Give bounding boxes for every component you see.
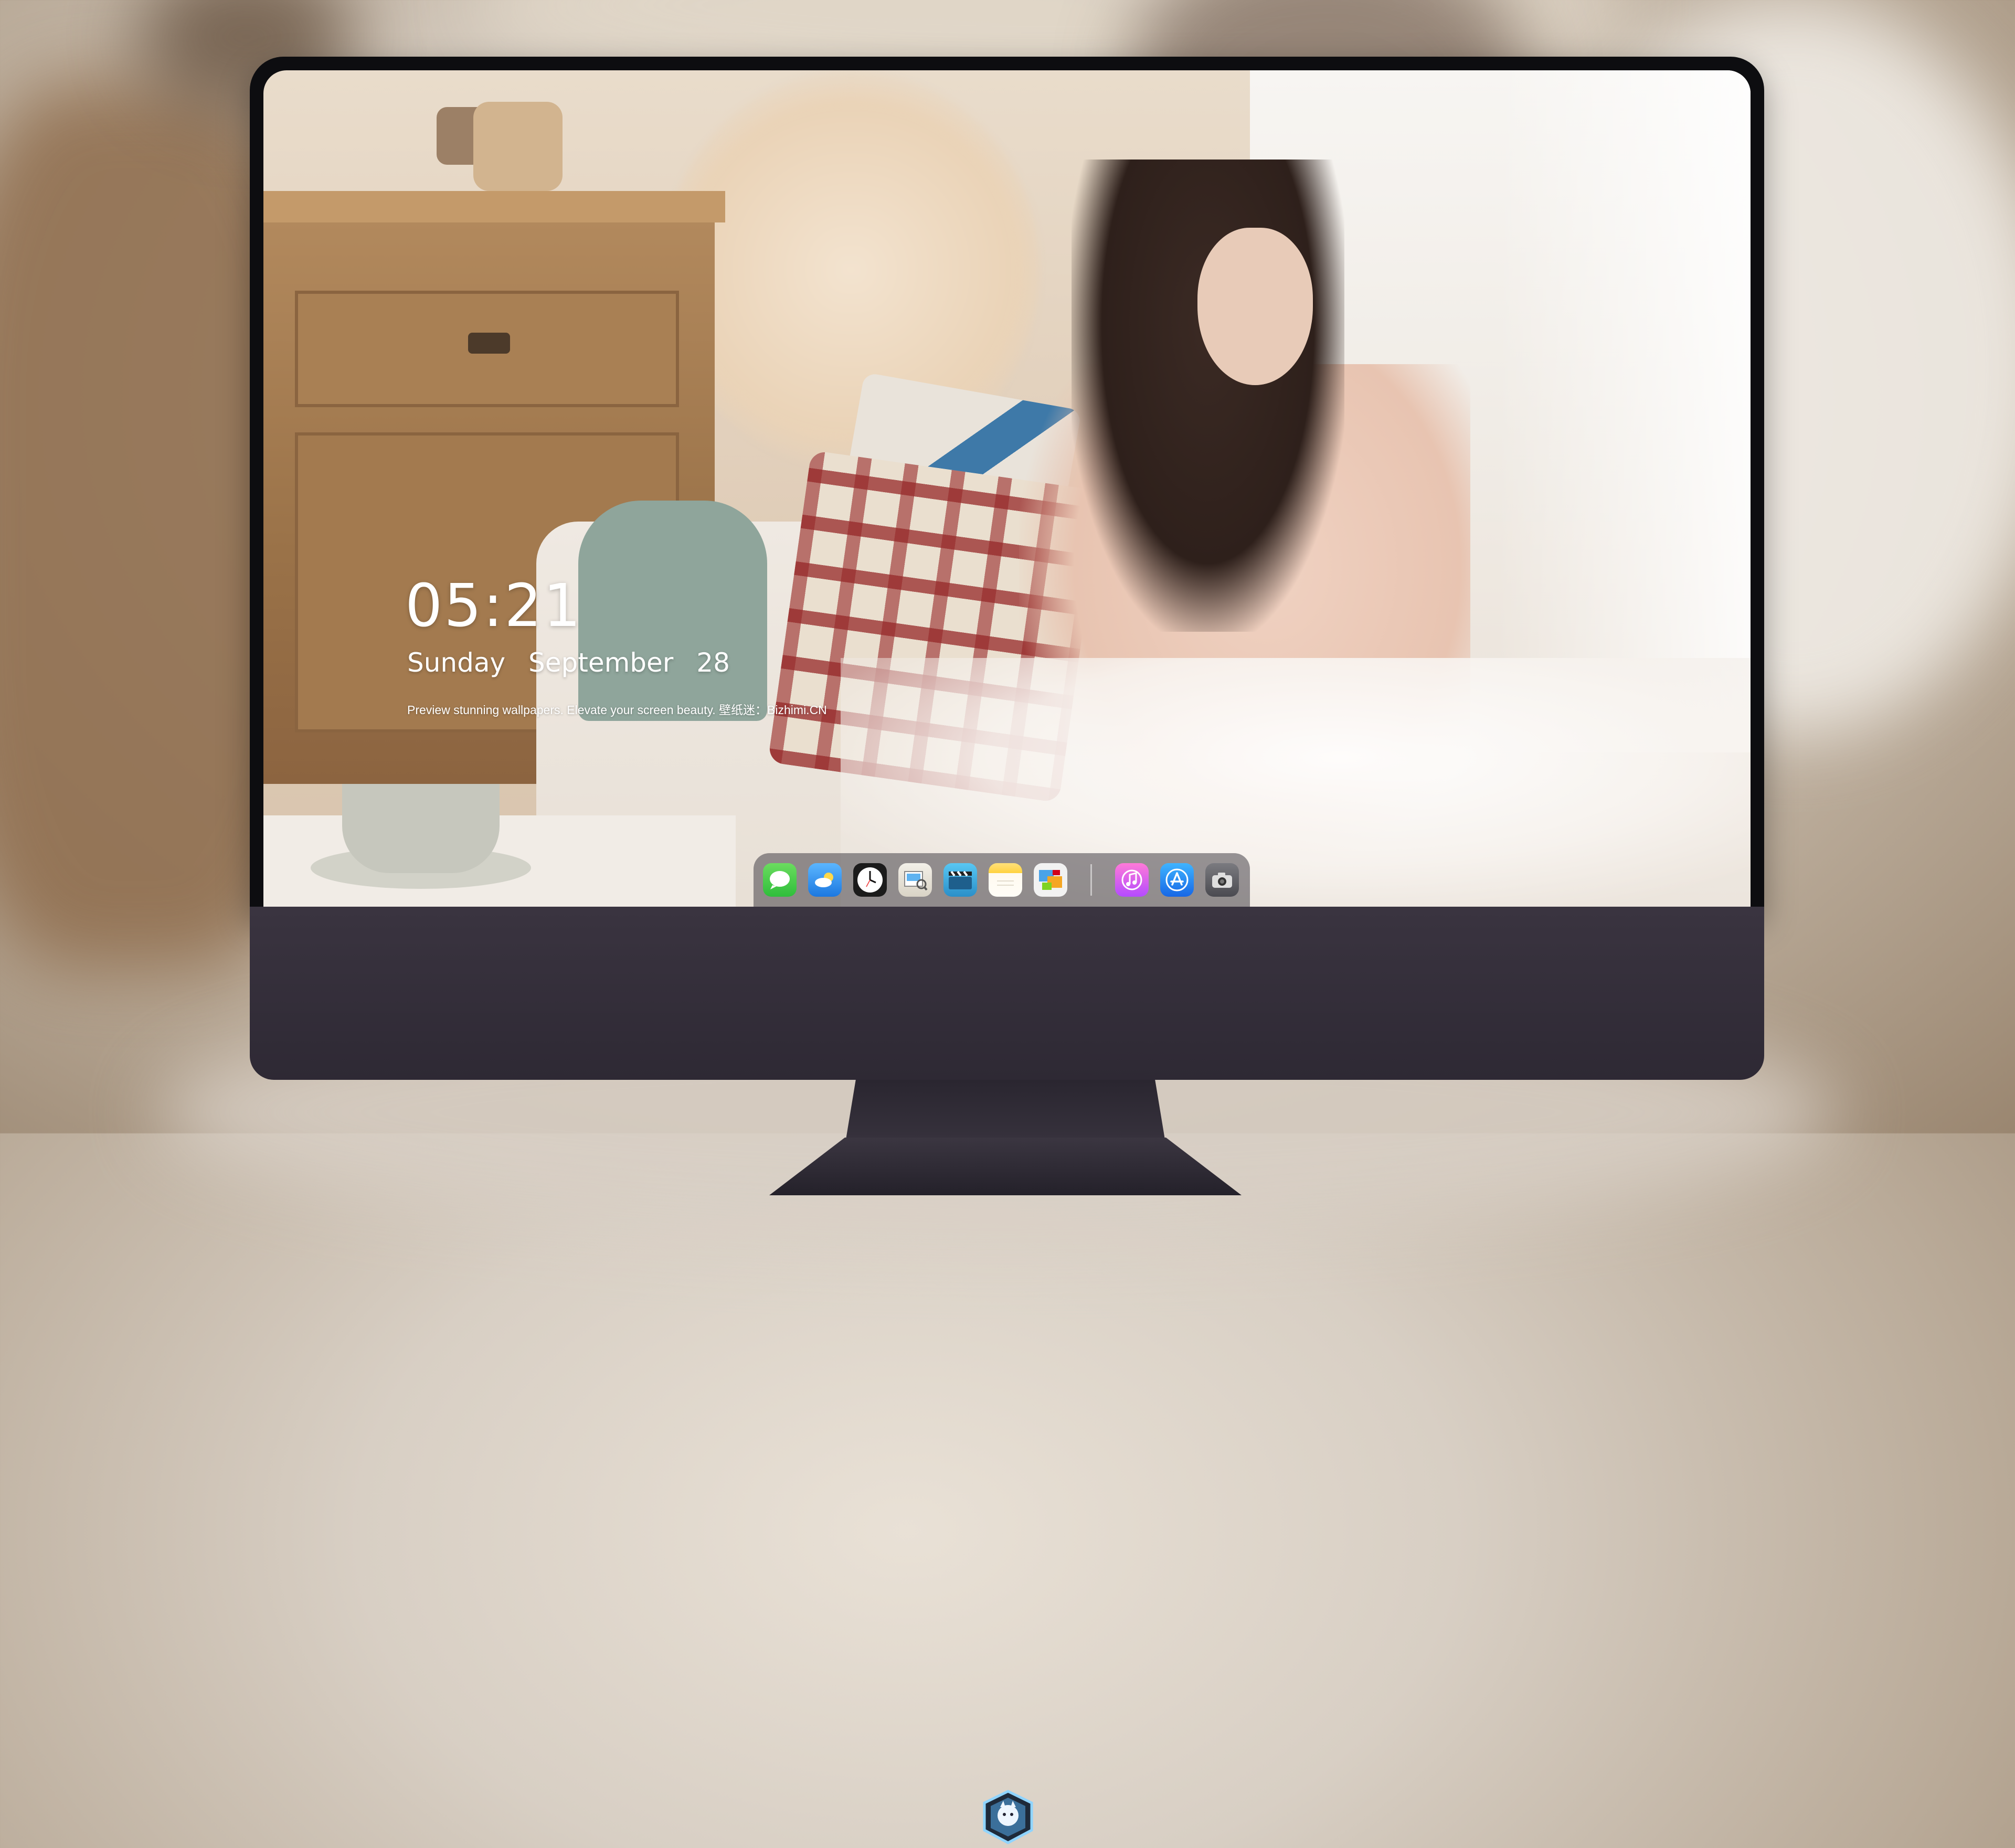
- weather-icon[interactable]: [808, 863, 842, 897]
- monitor-bezel: 05:21 Sunday September 28 Preview stunni…: [250, 57, 1764, 914]
- wallpaper-person-hair: [1072, 160, 1344, 632]
- lockscreen-day: 28: [696, 647, 730, 678]
- lockscreen-date: Sunday September 28: [407, 647, 730, 678]
- wallpaper-drawer-handle: [468, 333, 510, 354]
- monitor-stand-base: [769, 1138, 1242, 1195]
- wallpaper-curtain: [1497, 70, 1751, 752]
- lockscreen-month: September: [528, 647, 674, 678]
- clock-icon[interactable]: [853, 863, 887, 897]
- music-icon[interactable]: [1115, 863, 1149, 897]
- preview-icon[interactable]: [898, 863, 932, 897]
- dock-separator: [1090, 864, 1092, 896]
- brand-logo-icon: [979, 1788, 1037, 1846]
- desktop-screen[interactable]: 05:21 Sunday September 28 Preview stunni…: [263, 70, 1751, 907]
- wallpaper-cup: [342, 784, 500, 873]
- monitor-chin: [250, 907, 1764, 1844]
- wallpaper-basket: [473, 102, 563, 191]
- notes-icon[interactable]: [989, 863, 1022, 897]
- wallpaper-sofa-arm: [578, 501, 767, 721]
- messages-icon[interactable]: [763, 863, 797, 897]
- wallpaper-person-face: [1197, 228, 1313, 385]
- photo-gallery-icon[interactable]: [1034, 863, 1067, 897]
- app-store-icon[interactable]: [1160, 863, 1194, 897]
- movie-clapper-icon[interactable]: [943, 863, 977, 897]
- camera-icon[interactable]: [1205, 863, 1239, 897]
- dock: [754, 853, 1250, 907]
- monitor: 05:21 Sunday September 28 Preview stunni…: [250, 57, 1764, 1844]
- lockscreen-time: 05:21: [405, 572, 582, 640]
- wallpaper-cabinet-top: [263, 191, 725, 222]
- lockscreen-weekday: Sunday: [407, 647, 506, 678]
- lockscreen-tagline: Preview stunning wallpapers. Elevate you…: [407, 703, 827, 717]
